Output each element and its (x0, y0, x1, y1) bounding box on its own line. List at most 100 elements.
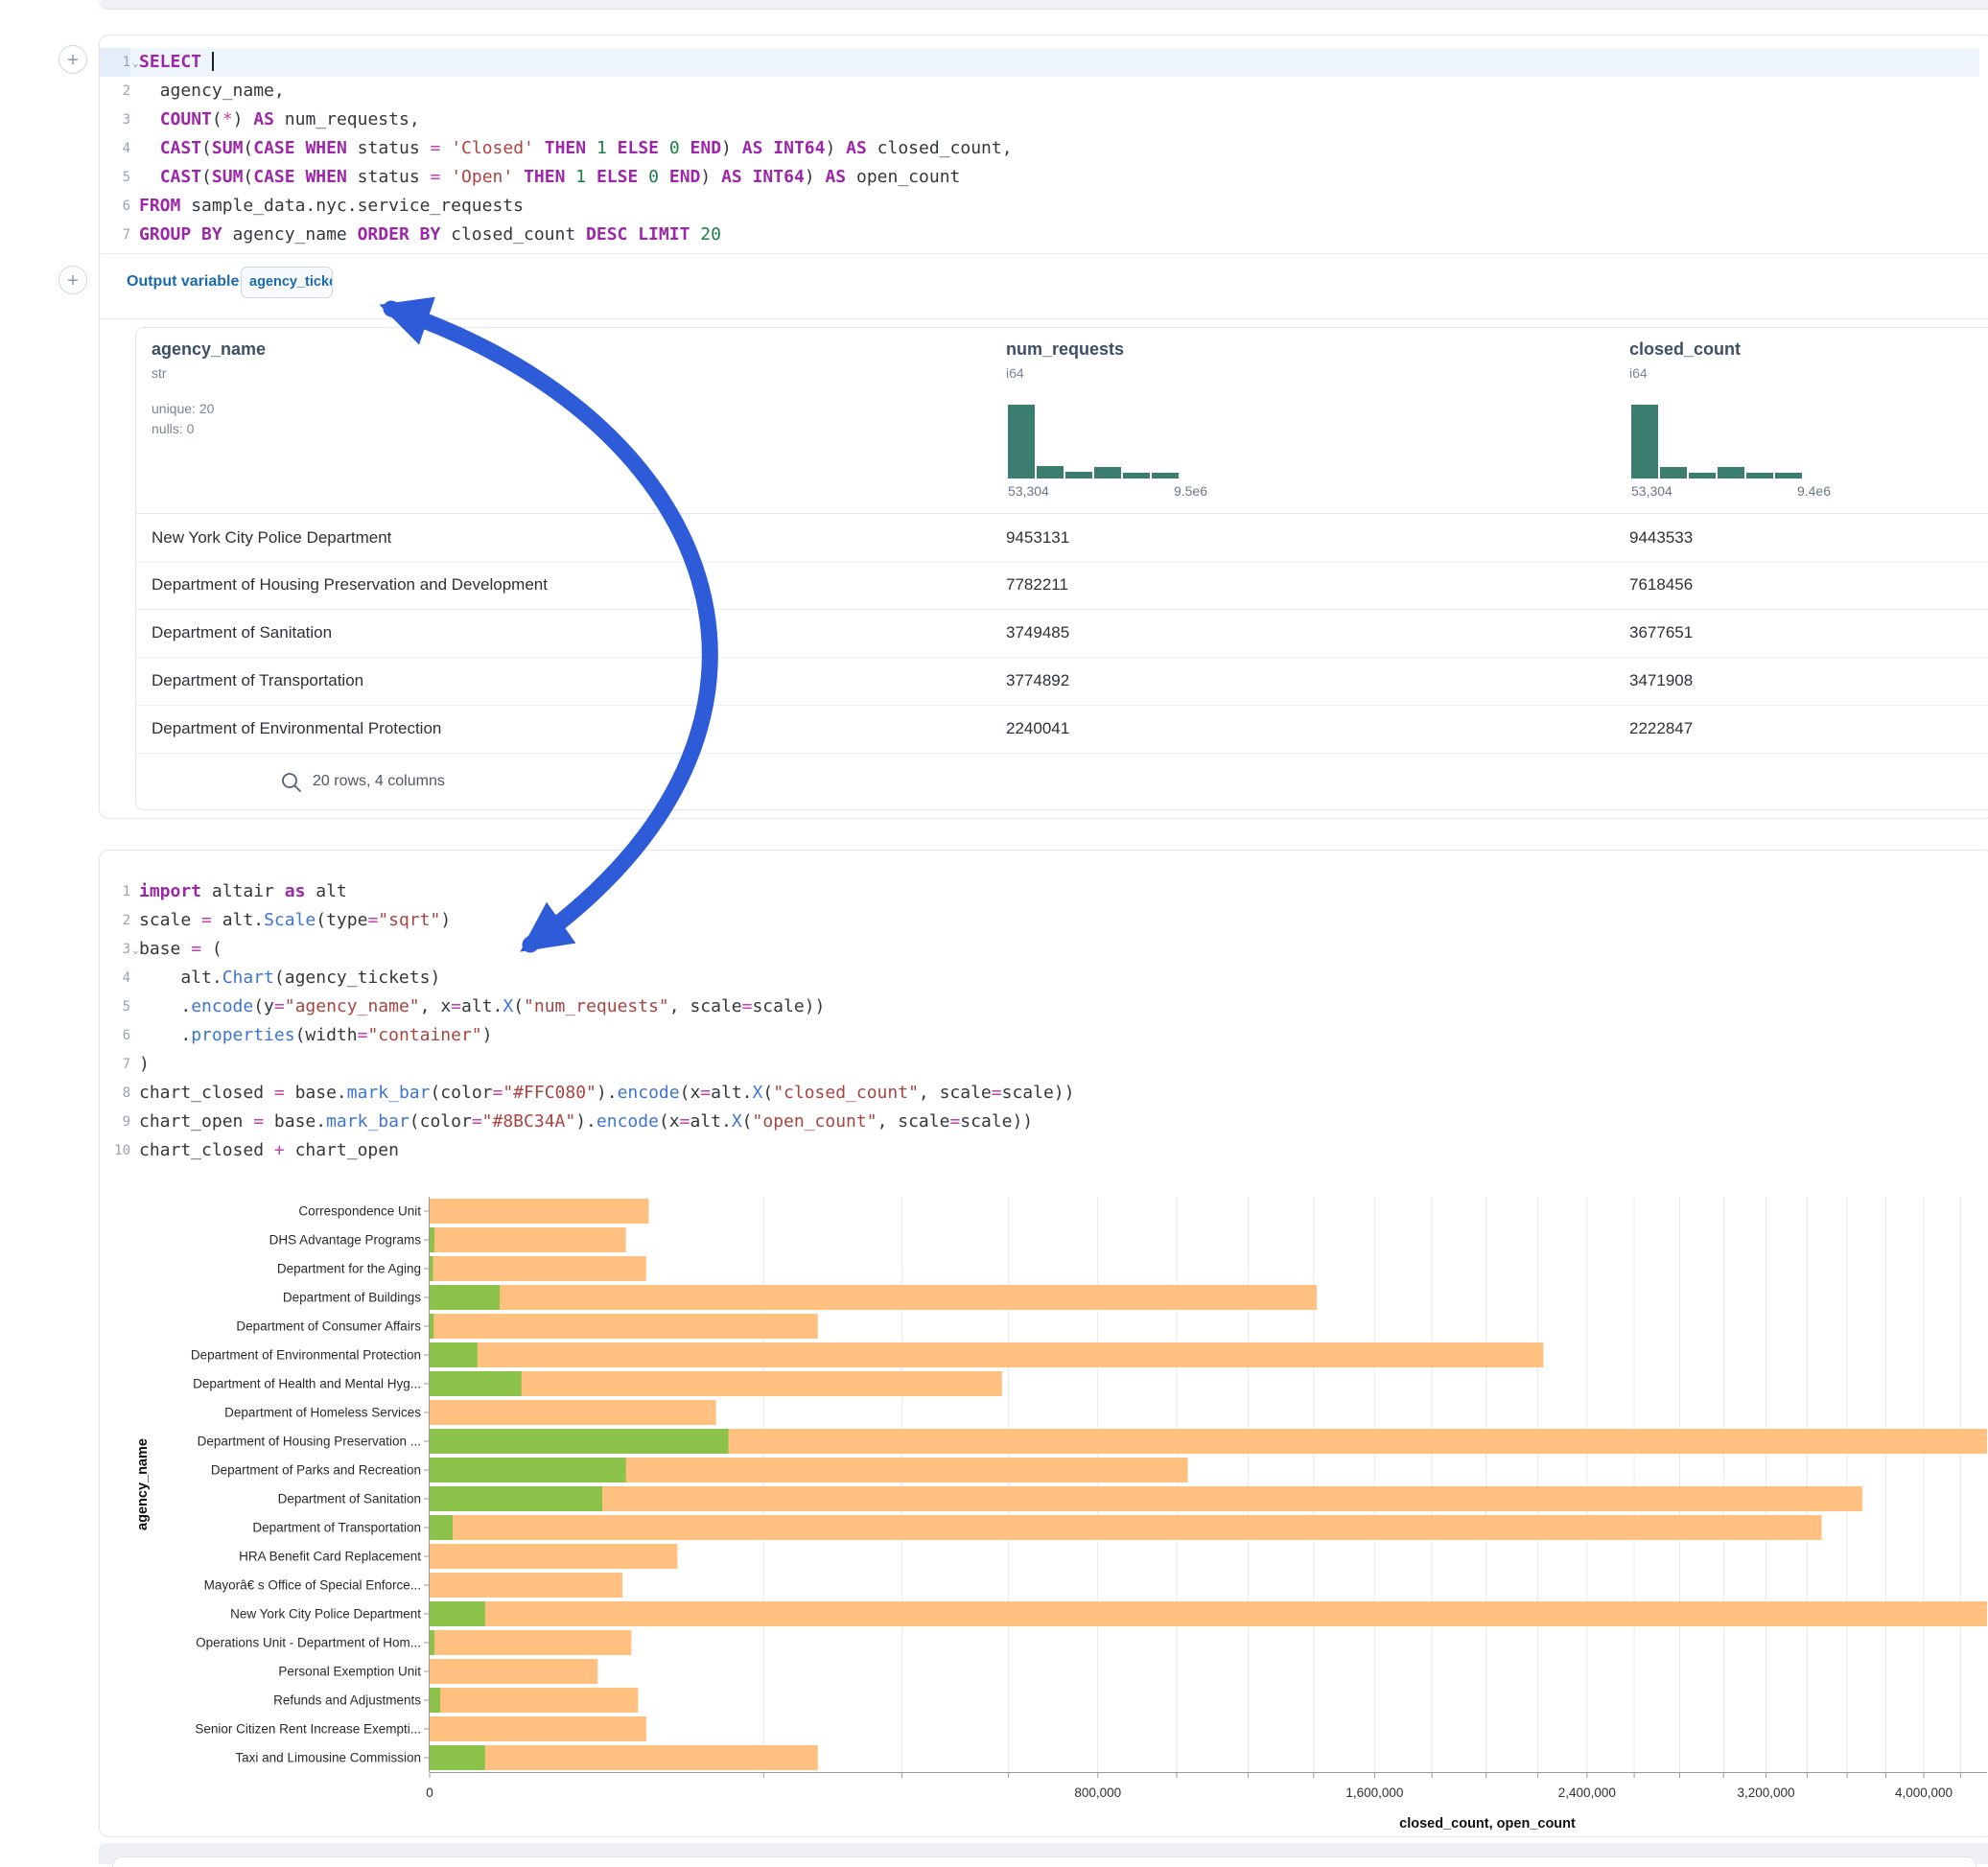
code-text: scale = alt.Scale(type="sqrt") (130, 906, 451, 935)
y-tick-label: Department of Parks and Recreation (211, 1463, 421, 1478)
fold-caret-icon[interactable]: ⌄ (132, 49, 139, 78)
bar-open_count (430, 1342, 478, 1367)
column-name: agency_name (152, 339, 266, 360)
bar-closed_count (430, 1515, 1822, 1540)
table-footer: 20 rows, 4 columns (136, 753, 1988, 810)
cell-divider (101, 253, 1988, 254)
histogram-bar (1037, 466, 1064, 478)
code-line[interactable]: 9chart_open = base.mark_bar(color="#8BC3… (100, 1108, 1979, 1136)
y-tick-label: Operations Unit - Department of Hom... (196, 1636, 421, 1650)
x-tick-label: 1,600,000 (1345, 1785, 1403, 1800)
code-line[interactable]: 2scale = alt.Scale(type="sqrt") (100, 906, 1979, 935)
y-tick-label: DHS Advantage Programs (269, 1233, 422, 1248)
code-line[interactable]: 2 agency_name, (100, 77, 1979, 105)
bar-open_count (430, 1429, 729, 1454)
bar-closed_count (430, 1659, 597, 1684)
x-tick-label: 3,200,000 (1737, 1785, 1794, 1800)
column-name: closed_count (1629, 339, 1741, 360)
line-number: 7 (100, 1050, 130, 1079)
bar-closed_count (430, 1227, 626, 1252)
code-line[interactable]: 5 .encode(y="agency_name", x=alt.X("num_… (100, 992, 1979, 1021)
line-number: 9 (100, 1108, 130, 1136)
histogram-bar (1660, 467, 1687, 478)
code-line[interactable]: 5 CAST(SUM(CASE WHEN status = 'Open' THE… (100, 163, 1979, 192)
code-line[interactable]: 7GROUP BY agency_name ORDER BY closed_co… (100, 221, 1979, 249)
bar-closed_count (430, 1716, 646, 1741)
code-text: chart_open = base.mark_bar(color="#8BC34… (130, 1108, 1033, 1136)
table-row[interactable]: Department of Transportation377489234719… (136, 657, 1988, 706)
column-header-num-requests[interactable]: num_requests i64 (1006, 339, 1124, 381)
line-number: 5 (100, 992, 130, 1021)
bar-closed_count (430, 1573, 622, 1598)
cell-agency-name: New York City Police Department (152, 514, 391, 562)
line-number: 6 (100, 192, 130, 221)
bar-closed_count (430, 1688, 638, 1713)
cell-closed-count: 9443533 (1629, 514, 1693, 562)
code-line[interactable]: 3 COUNT(*) AS num_requests, (100, 105, 1979, 134)
code-text: CAST(SUM(CASE WHEN status = 'Open' THEN … (130, 163, 960, 192)
code-line[interactable]: 1⌄SELECT (100, 48, 1979, 77)
code-line[interactable]: 6 .properties(width="container") (100, 1021, 1979, 1050)
python-code-editor[interactable]: 1import altair as alt2scale = alt.Scale(… (100, 877, 1979, 1165)
y-tick-label: Department for the Aging (277, 1262, 421, 1276)
code-line[interactable]: 6FROM sample_data.nyc.service_requests (100, 192, 1979, 221)
histogram-bar (1746, 473, 1773, 478)
line-number: 3 (100, 105, 130, 134)
cell-num-requests: 3749485 (1006, 609, 1069, 657)
bar-closed_count (430, 1256, 646, 1281)
sql-code-editor[interactable]: 1⌄SELECT 2 agency_name,3 COUNT(*) AS num… (100, 48, 1979, 249)
y-tick-label: Department of Health and Mental Hyg... (193, 1377, 421, 1391)
y-tick-label: Senior Citizen Rent Increase Exempti... (195, 1722, 421, 1737)
python-cell-card: 1import altair as alt2scale = alt.Scale(… (99, 850, 1988, 1837)
code-line[interactable]: 7) (100, 1050, 1979, 1079)
histogram-num-requests (1008, 405, 1179, 478)
y-tick-label: Correspondence Unit (298, 1204, 421, 1219)
column-stats: unique: 20 nulls: 0 (152, 399, 214, 439)
table-row[interactable]: Department of Environmental Protection22… (136, 705, 1988, 754)
code-line[interactable]: 10chart_closed + chart_open (100, 1136, 1979, 1165)
code-line[interactable]: 1import altair as alt (100, 877, 1979, 906)
histogram-bar (1123, 473, 1150, 478)
column-header-agency-name[interactable]: agency_name str (152, 339, 266, 381)
output-variable-pill[interactable]: agency_tickets (241, 267, 333, 298)
code-text: CAST(SUM(CASE WHEN status = 'Closed' THE… (130, 134, 1013, 163)
y-tick-label: HRA Benefit Card Replacement (239, 1550, 421, 1564)
search-icon[interactable] (280, 771, 303, 794)
bar-closed_count (430, 1486, 1862, 1511)
x-tick-label: 2,400,000 (1558, 1785, 1616, 1800)
table-row[interactable]: New York City Police Department945313194… (136, 513, 1988, 563)
code-line[interactable]: 3⌄base = ( (100, 935, 1979, 964)
bar-open_count (430, 1688, 440, 1713)
text-cursor (212, 52, 214, 71)
column-type: str (152, 365, 266, 381)
code-text: agency_name, (130, 77, 285, 105)
y-tick-label: Personal Exemption Unit (278, 1665, 421, 1679)
histogram-labels: 53,304 9.5e6 (1008, 483, 1207, 499)
add-cell-button-top[interactable]: + (58, 45, 87, 74)
cell-num-requests: 2240041 (1006, 705, 1069, 753)
x-axis-title: closed_count, open_count (1399, 1816, 1576, 1832)
bar-open_count (430, 1458, 626, 1482)
code-line[interactable]: 4 alt.Chart(agency_tickets) (100, 964, 1979, 992)
code-text: alt.Chart(agency_tickets) (130, 964, 440, 992)
cell-num-requests: 7782211 (1006, 561, 1068, 609)
bar-open_count (430, 1371, 522, 1396)
add-cell-button-output[interactable]: + (58, 266, 87, 294)
bar-open_count (430, 1256, 433, 1281)
cell-agency-name: Department of Housing Preservation and D… (152, 561, 548, 609)
histogram-labels: 53,304 9.4e6 (1631, 483, 1831, 499)
bar-closed_count (430, 1601, 1987, 1626)
column-header-closed-count[interactable]: closed_count i64 (1629, 339, 1741, 381)
code-text: chart_closed = base.mark_bar(color="#FFC… (130, 1079, 1074, 1108)
output-variable-label: Output variable: (127, 266, 245, 298)
table-row[interactable]: Department of Sanitation37494853677651 (136, 609, 1988, 658)
histogram-closed-count (1631, 405, 1802, 478)
code-line[interactable]: 4 CAST(SUM(CASE WHEN status = 'Closed' T… (100, 134, 1979, 163)
code-text: base = ( (130, 935, 222, 964)
previous-cell-edge (99, 0, 1988, 10)
row-count-label: 20 rows, 4 columns (313, 753, 445, 810)
sql-cell-card: 1⌄SELECT 2 agency_name,3 COUNT(*) AS num… (99, 35, 1988, 819)
table-row[interactable]: Department of Housing Preservation and D… (136, 561, 1988, 610)
fold-caret-icon[interactable]: ⌄ (132, 936, 139, 965)
code-line[interactable]: 8chart_closed = base.mark_bar(color="#FF… (100, 1079, 1979, 1108)
